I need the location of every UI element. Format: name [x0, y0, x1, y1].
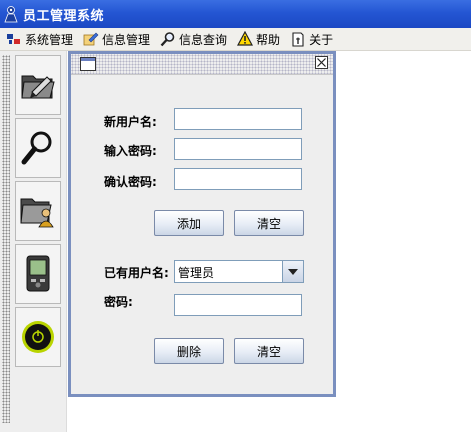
- system-settings-icon: [7, 34, 20, 44]
- folder-user-icon: [20, 198, 54, 228]
- confirm-password-label: 确认密码:: [104, 175, 157, 189]
- menu-info-manage[interactable]: 信息管理: [79, 28, 156, 50]
- menu-about[interactable]: 关于: [286, 28, 339, 50]
- new-username-input[interactable]: [174, 108, 302, 130]
- user-management-dialog: 新用户名: 输入密码: 确认密码: 添加 清空 已有用户名: 管理员 密码: 删…: [68, 51, 336, 397]
- clear-button-2[interactable]: 清空: [234, 338, 304, 364]
- menu-about-label: 关于: [309, 32, 334, 47]
- info-edit-icon: [83, 32, 99, 46]
- warning-icon: [237, 31, 254, 46]
- new-username-label: 新用户名:: [104, 115, 157, 129]
- menu-info-manage-label: 信息管理: [102, 32, 151, 47]
- add-user-button[interactable]: 添加: [154, 210, 224, 236]
- confirm-password-input[interactable]: [174, 168, 302, 190]
- dialog-close-button[interactable]: [315, 56, 328, 69]
- existing-password-label: 密码:: [104, 295, 133, 309]
- existing-password-input[interactable]: [174, 294, 302, 316]
- existing-username-select[interactable]: 管理员: [174, 260, 304, 283]
- tool-button-search[interactable]: [15, 118, 61, 178]
- password-input[interactable]: [174, 138, 302, 160]
- left-toolbar: [0, 51, 67, 432]
- close-icon: [317, 58, 326, 67]
- menu-help-label: 帮助: [256, 32, 281, 47]
- menu-help[interactable]: 帮助: [233, 28, 286, 50]
- window-frame-icon: [80, 57, 96, 71]
- title-bar[interactable]: 员工管理系统: [0, 0, 471, 28]
- dropdown-arrow-button[interactable]: [282, 261, 303, 282]
- clear-button[interactable]: 清空: [234, 210, 304, 236]
- menu-info-query[interactable]: 信息查询: [156, 28, 233, 50]
- magnifier-icon: [21, 131, 52, 165]
- folder-edit-icon: [21, 75, 55, 99]
- search-icon: [160, 32, 175, 47]
- chevron-down-icon: [288, 268, 298, 275]
- tool-button-device[interactable]: [15, 244, 61, 304]
- toolbar-grip[interactable]: [2, 55, 10, 423]
- existing-username-label: 已有用户名:: [104, 266, 169, 280]
- tool-button-edit[interactable]: [15, 55, 61, 115]
- tool-button-power[interactable]: [15, 307, 61, 367]
- about-icon: [292, 32, 304, 47]
- window-title: 员工管理系统: [23, 8, 105, 24]
- pda-device-icon: [26, 255, 50, 292]
- tool-button-user-folder[interactable]: [15, 181, 61, 241]
- menu-bar: 系统管理 信息管理 信息查询 帮助 关于: [0, 28, 471, 51]
- menu-system[interactable]: 系统管理: [0, 28, 79, 50]
- menu-system-label: 系统管理: [25, 32, 74, 47]
- dialog-title-bar[interactable]: [71, 54, 333, 75]
- power-icon: [22, 321, 54, 353]
- existing-username-value: 管理员: [178, 266, 215, 280]
- password-label: 输入密码:: [104, 144, 157, 158]
- delete-user-button[interactable]: 删除: [154, 338, 224, 364]
- app-logo-icon: [4, 6, 18, 23]
- menu-info-query-label: 信息查询: [179, 32, 228, 47]
